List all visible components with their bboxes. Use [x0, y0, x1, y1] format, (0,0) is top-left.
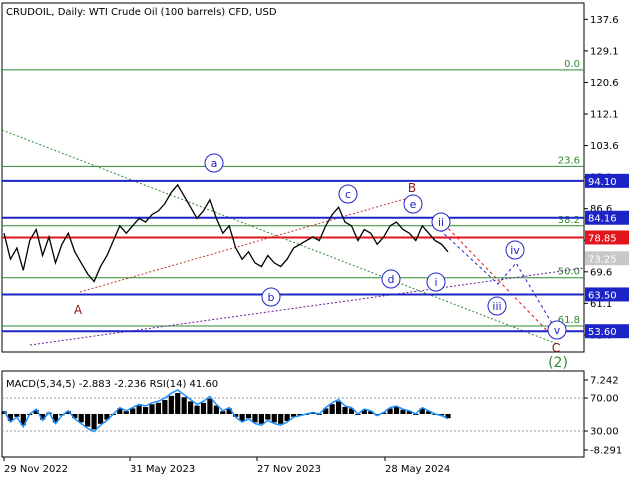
x-tick-label: 29 Nov 2022 [4, 464, 68, 475]
y-tick-label: 120.6 [590, 78, 619, 89]
macd-bar [271, 414, 277, 423]
wave-label: b [268, 291, 275, 304]
x-tick-label: 31 May 2023 [130, 464, 195, 475]
level-tag-label: 84.16 [588, 214, 617, 225]
wave-label: ii [438, 216, 444, 229]
macd-bar [149, 404, 155, 414]
macd-bar [97, 414, 104, 424]
y-tick-label: 137.6 [590, 15, 619, 26]
wave-label: a [211, 157, 218, 170]
wave-label: d [388, 273, 395, 286]
macd-bar [188, 401, 194, 414]
level-tag-label: 53.60 [588, 327, 617, 338]
macd-bar [78, 414, 84, 423]
indicator-tick-label: 7.242 [590, 376, 619, 387]
wave-label: c [345, 188, 351, 201]
wave-label: A [74, 303, 83, 317]
current-price-label: 73.25 [588, 254, 617, 265]
macd-bar [252, 414, 258, 423]
macd-bar [168, 395, 174, 414]
wave-label: iii [492, 300, 501, 313]
macd-bar [329, 404, 335, 414]
y-tick-label: 69.6 [590, 267, 612, 278]
macd-bar [245, 414, 252, 419]
macd-bar [123, 411, 129, 414]
macd-bar [175, 393, 181, 414]
fib-level-label: 50.0 [558, 267, 580, 278]
macd-bar [162, 400, 168, 414]
macd-bar [91, 414, 97, 430]
macd-bar [393, 407, 400, 414]
y-tick-label: 129.1 [590, 46, 619, 57]
fib-level-label: 38.2 [558, 215, 580, 226]
macd-bar [336, 401, 342, 414]
fib-level-label: 23.6 [558, 155, 580, 166]
macd-bar [181, 397, 187, 414]
y-tick-label: 103.6 [590, 141, 619, 152]
x-tick-label: 28 May 2024 [385, 464, 450, 475]
rsi-line [3, 389, 449, 433]
macd-bar [400, 409, 406, 414]
macd-bar [136, 405, 142, 414]
indicator-tick-label: 70.00 [590, 394, 619, 405]
indicator-tick-label: 30.00 [590, 427, 619, 438]
wave-label: e [410, 198, 417, 211]
macd-bar [265, 414, 271, 420]
wave-label: iv [510, 244, 520, 257]
chart-title: CRUDOIL, Daily: WTI Crude Oil (100 barre… [6, 7, 277, 18]
wave-label: i [434, 276, 437, 289]
macd-bar [194, 405, 200, 414]
wave-label: B [408, 181, 416, 195]
wave-label: C [552, 341, 560, 355]
macd-bar [258, 414, 264, 424]
level-tag-label: 78.85 [588, 233, 617, 244]
price-series-line [3, 183, 449, 283]
fib-level-label: 0.0 [564, 59, 580, 70]
macd-bar [200, 402, 207, 414]
indicator-tick-label: -8.291 [590, 446, 622, 457]
level-tag-label: 94.10 [588, 177, 617, 188]
macd-bar [342, 407, 348, 414]
macd-bar [207, 398, 213, 414]
indicator-label: MACD(5,34,5) -2.883 -2.236 RSI(14) 41.60 [6, 379, 218, 390]
wave-label: (2) [548, 355, 568, 371]
macd-bar [142, 407, 149, 414]
chart-root: 0.0 23.6 38.2 50.0 61.8 a b c d e i ii iii iv v A B C (2)… [0, 0, 640, 480]
wave-label: v [554, 324, 561, 337]
level-tag-label: 63.50 [588, 290, 617, 301]
macd-bar [85, 414, 91, 427]
macd-bar [155, 402, 162, 414]
x-tick-label: 27 Nov 2023 [257, 464, 321, 475]
y-tick-label: 112.1 [590, 110, 619, 121]
macd-bar [278, 414, 284, 424]
chart-svg: 0.023.638.250.061.8 abcdeiiiiiiivvABC(2)… [1, 2, 629, 475]
